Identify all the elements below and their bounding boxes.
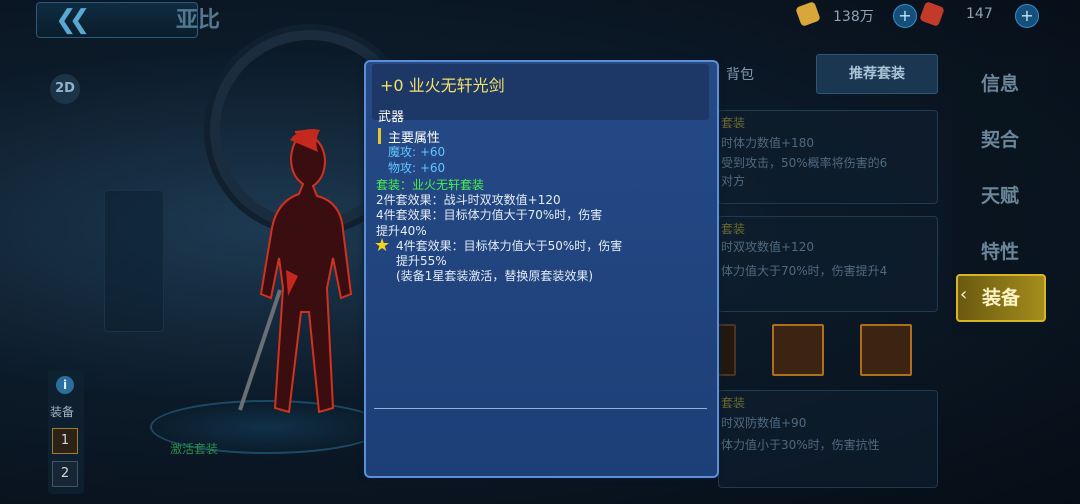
add-gem-button[interactable]: + — [1015, 4, 1039, 28]
set-card[interactable]: 套装 时双攻数值+120 体力值大于70%时，伤害提升4 — [718, 216, 938, 312]
set-piece-icon[interactable] — [772, 324, 824, 376]
set-card-line: 对方 — [721, 174, 746, 188]
popup-header: +0 业火无轩光剑 — [372, 64, 709, 120]
chevron-left-icon: ‹ — [960, 284, 968, 305]
back-button[interactable]: ❮❮ — [36, 2, 198, 38]
menu-item-trait[interactable]: 特性 — [952, 224, 1048, 280]
gem-icon — [919, 1, 945, 27]
add-gold-button[interactable]: + — [893, 4, 917, 28]
set-activated-label: 激活套装 — [170, 442, 219, 456]
item-type: 武器 — [378, 110, 405, 125]
page-title: 亚比 — [176, 8, 221, 33]
set-card-title: 套装 — [721, 396, 746, 410]
section-marker — [378, 128, 381, 144]
star-set-note: (装备1星套装激活，替换原套装效果) — [396, 269, 593, 283]
set-card-line: 受到攻击，50%概率将伤害的6 — [721, 156, 888, 170]
set-piece-icon[interactable] — [860, 324, 912, 376]
set-card-title: 套装 — [721, 222, 746, 236]
physical-attack-stat: 物攻: +60 — [388, 161, 446, 175]
info-icon[interactable]: i — [56, 376, 74, 394]
tab-bag[interactable]: 背包 — [726, 64, 754, 84]
equipment-label: 装备 — [50, 405, 75, 419]
item-detail-popup: +0 业火无轩光剑 武器 主要属性 魔攻: +60 物攻: +60 套装：业火无… — [364, 60, 719, 478]
menu-item-equipment[interactable]: 装备 — [956, 274, 1046, 322]
set-card[interactable]: 套装 时双防数值+90 体力值小于30%时，伤害抗性 — [718, 390, 938, 488]
menu-item-info[interactable]: 信息 — [952, 56, 1048, 112]
equipment-slot-1[interactable]: 1 — [52, 428, 78, 454]
set-card-line: 时体力数值+180 — [721, 136, 814, 150]
set-card-line: 时双防数值+90 — [721, 416, 807, 430]
item-name: +0 业火无轩光剑 — [380, 76, 505, 95]
double-chevron-left-icon: ❮❮ — [55, 5, 90, 35]
set-card-title: 套装 — [721, 116, 746, 130]
side-device-decoration — [104, 190, 164, 332]
set-card-line: 体力值小于30%时，伤害抗性 — [721, 438, 880, 452]
magic-attack-stat: 魔攻: +60 — [388, 145, 446, 159]
set-card[interactable]: 套装 时体力数值+180 受到攻击，50%概率将伤害的6 对方 — [718, 110, 938, 204]
view-2d-toggle[interactable]: 2D — [50, 74, 80, 104]
menu-item-fit[interactable]: 契合 — [952, 112, 1048, 168]
divider — [374, 408, 707, 409]
set-effect-4: 4件套效果：目标体力值大于70%时，伤害 — [376, 208, 603, 222]
set-card-line: 体力值大于70%时，伤害提升4 — [721, 264, 888, 278]
star-icon: ★ — [374, 235, 391, 256]
gem-amount: 147 — [966, 6, 993, 22]
menu-item-talent[interactable]: 天赋 — [952, 168, 1048, 224]
set-card-line: 时双攻数值+120 — [721, 240, 814, 254]
gold-coin-icon — [795, 1, 821, 27]
equipment-slot-2[interactable]: 2 — [52, 461, 78, 487]
gold-amount: 138万 — [833, 9, 874, 25]
tab-recommended-sets[interactable]: 推荐套装 — [816, 54, 938, 94]
